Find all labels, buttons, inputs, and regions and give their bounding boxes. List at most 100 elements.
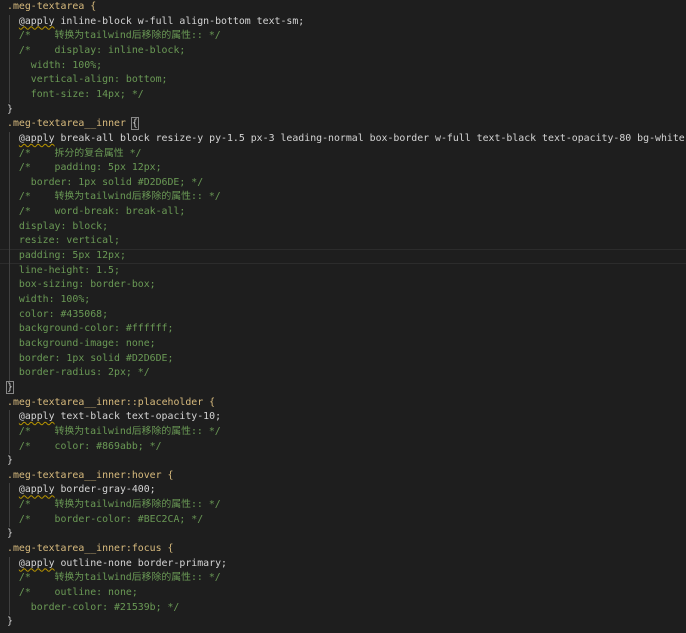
code-line[interactable]: color: #435068; [0, 308, 686, 323]
code-line[interactable]: @apply break-all block resize-y py-1.5 p… [0, 132, 686, 147]
code-line[interactable]: /* 转换为tailwind后移除的属性:: */ [0, 29, 686, 44]
closing-brace: } [7, 454, 13, 469]
code-comment: vertical-align: bottom; [31, 73, 168, 88]
css-selector: .meg-textarea { [7, 0, 96, 15]
code-comment: padding: 5px 12px; [19, 249, 126, 264]
code-text: background-color: #ffffff; [18, 323, 174, 335]
code-line[interactable]: resize: vertical; [0, 234, 686, 249]
code-text: font-size: 14px; */ [30, 88, 144, 100]
code-line[interactable]: } [0, 454, 686, 469]
apply-directive: @apply inline-block w-full align-bottom … [19, 15, 304, 30]
code-line[interactable]: width: 100%; [0, 293, 686, 308]
code-line[interactable]: box-sizing: border-box; [0, 278, 686, 293]
code-line[interactable]: padding: 5px 12px; [0, 249, 686, 264]
code-line[interactable]: } [0, 527, 686, 542]
code-text: /* 转换为tailwind后移除的属性:: */ [18, 425, 221, 437]
code-text: /* padding: 5px 12px; [18, 162, 162, 174]
apply-keyword: @apply [18, 484, 55, 496]
code-text: border: 1px solid #D2D6DE; [18, 352, 174, 364]
code-text: /* word-break: break-all; [18, 206, 186, 218]
apply-keyword: @apply [18, 132, 55, 144]
code-text: vertical-align: bottom; [30, 74, 168, 86]
code-editor[interactable]: .meg-textarea { @apply inline-block w-ful… [0, 0, 686, 633]
code-text: .meg-textarea { [7, 1, 97, 12]
code-line[interactable]: border: 1px solid #D2D6DE; */ [0, 176, 686, 191]
apply-keyword: @apply [18, 557, 55, 569]
code-line[interactable]: border-radius: 2px; */ [0, 366, 686, 381]
apply-directive: @apply outline-none border-primary; [19, 557, 227, 572]
code-line[interactable]: vertical-align: bottom; [0, 73, 686, 88]
indent-guide [9, 131, 10, 381]
code-line[interactable]: /* word-break: break-all; [0, 205, 686, 220]
code-text: } [7, 528, 13, 540]
code-text: resize: vertical; [18, 235, 120, 247]
code-line[interactable]: /* padding: 5px 12px; [0, 161, 686, 176]
code-line[interactable]: /* 转换为tailwind后移除的属性:: */ [0, 425, 686, 440]
code-line[interactable]: .meg-textarea { [0, 0, 686, 15]
code-line[interactable]: /* color: #869abb; */ [0, 440, 686, 455]
code-comment: width: 100%; [31, 59, 102, 74]
code-comment: /* 转换为tailwind后移除的属性:: */ [19, 425, 221, 440]
code-text: padding: 5px 12px; [18, 250, 126, 262]
css-selector: .meg-textarea__inner::placeholder { [7, 396, 215, 411]
code-line[interactable]: background-image: none; [0, 337, 686, 352]
code-comment: font-size: 14px; */ [31, 88, 144, 103]
code-line[interactable]: } [0, 380, 686, 396]
code-text: /* display: inline-block; [18, 44, 186, 56]
code-comment: background-color: #ffffff; [19, 322, 174, 337]
code-line[interactable]: @apply border-gray-400; [0, 483, 686, 498]
code-line[interactable]: font-size: 14px; */ [0, 88, 686, 103]
css-selector: .meg-textarea__inner:focus { [7, 542, 173, 557]
code-line[interactable]: .meg-textarea__inner:focus { [0, 542, 686, 557]
code-text: /* outline: none; [18, 587, 138, 598]
code-comment: /* border-color: #BEC2CA; */ [19, 513, 203, 528]
code-comment: color: #435068; [19, 308, 108, 323]
indent-guide [9, 14, 10, 103]
code-line[interactable]: display: block; [0, 220, 686, 235]
apply-directive: @apply break-all block resize-y py-1.5 p… [19, 132, 685, 147]
code-line[interactable]: @apply outline-none border-primary; [0, 557, 686, 572]
matching-brace: { [130, 117, 139, 131]
code-line[interactable]: border-color: #21539b; */ [0, 601, 686, 616]
code-text: /* color: #869abb; */ [18, 440, 162, 452]
code-comment: /* 拆分的复合属性 */ [19, 147, 142, 162]
code-line[interactable]: border: 1px solid #D2D6DE; [0, 352, 686, 367]
code-comment: background-image: none; [19, 337, 156, 352]
code-line[interactable]: /* display: inline-block; [0, 44, 686, 59]
code-line[interactable]: } [0, 103, 686, 118]
code-comment: /* 转换为tailwind后移除的属性:: */ [19, 498, 221, 513]
code-text: .meg-textarea__inner:focus { [7, 543, 174, 555]
code-line[interactable]: .meg-textarea__inner { [0, 117, 686, 132]
code-line[interactable]: .meg-textarea__inner:hover { [0, 469, 686, 484]
code-line[interactable]: /* border-color: #BEC2CA; */ [0, 513, 686, 528]
code-line[interactable]: /* 转换为tailwind后移除的属性:: */ [0, 190, 686, 205]
code-line[interactable]: @apply inline-block w-full align-bottom … [0, 15, 686, 30]
code-text: box-sizing: border-box; [18, 279, 156, 291]
code-line[interactable]: width: 100%; [0, 59, 686, 74]
code-line[interactable]: .meg-textarea__inner::placeholder { [0, 396, 686, 411]
code-comment: display: block; [19, 220, 108, 235]
code-text: display: block; [18, 220, 109, 232]
code-comment: resize: vertical; [19, 234, 120, 249]
indent-guide [9, 410, 10, 455]
code-comment: border-radius: 2px; */ [19, 366, 150, 381]
code-line[interactable]: /* 转换为tailwind后移除的属性:: */ [0, 498, 686, 513]
code-text: /* 转换为tailwind后移除的属性:: */ [18, 30, 221, 42]
code-line[interactable]: background-color: #ffffff; [0, 322, 686, 337]
code-line[interactable]: /* 转换为tailwind后移除的属性:: */ [0, 571, 686, 586]
code-line[interactable]: } [0, 615, 686, 630]
code-text: background-image: none; [18, 337, 156, 349]
code-comment: /* word-break: break-all; [19, 205, 185, 220]
apply-directive: @apply text-black text-opacity-10; [19, 410, 221, 425]
code-comment: /* 转换为tailwind后移除的属性:: */ [19, 29, 221, 44]
code-line[interactable]: @apply text-black text-opacity-10; [0, 410, 686, 425]
code-comment: /* color: #869abb; */ [19, 440, 162, 455]
code-line[interactable]: line-height: 1.5; [0, 264, 686, 279]
closing-brace: } [7, 527, 13, 542]
code-line[interactable]: /* 拆分的复合属性 */ [0, 147, 686, 162]
code-line[interactable]: /* outline: none; [0, 586, 686, 601]
apply-keyword: @apply [18, 411, 55, 423]
code-text: color: #435068; [18, 308, 109, 320]
code-comment: border: 1px solid #D2D6DE; [19, 352, 174, 367]
code-comment: /* 转换为tailwind后移除的属性:: */ [19, 571, 221, 586]
